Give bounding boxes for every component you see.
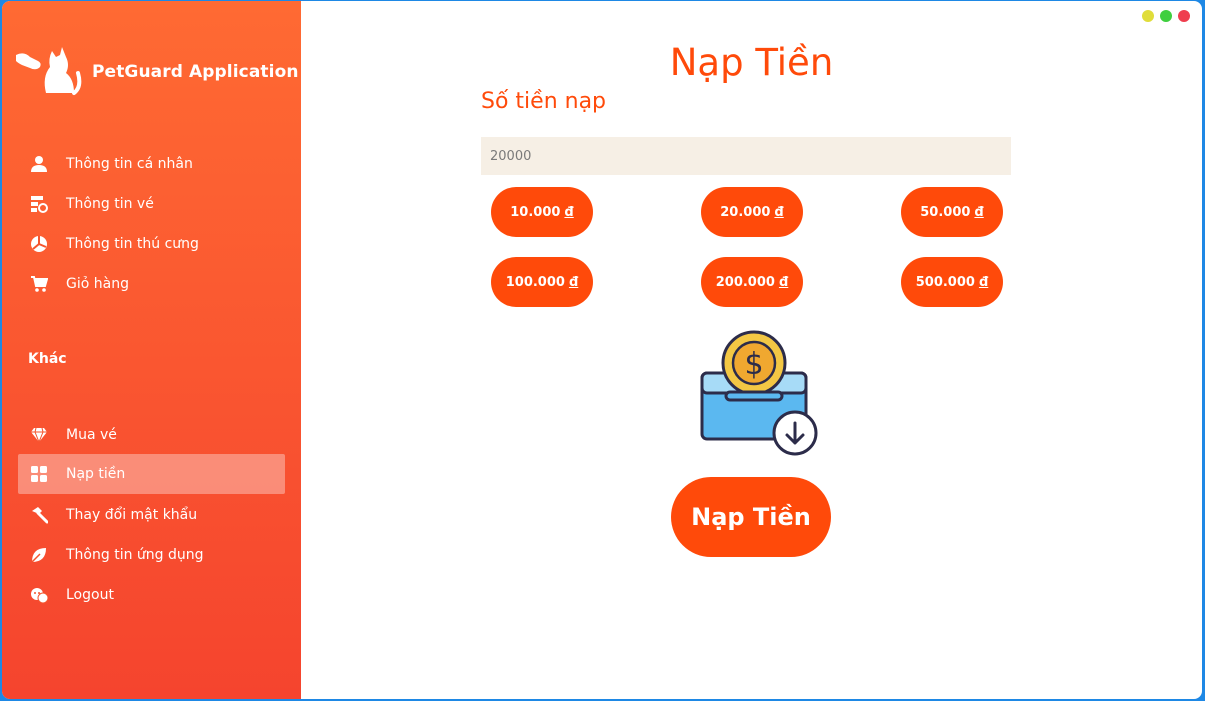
amount-value: 200.000 (715, 274, 775, 290)
currency-symbol: đ (564, 204, 574, 220)
amount-button-200000[interactable]: 200.000 đ (701, 257, 803, 307)
app-window: PetGuard Application Thông tin cá nhân T… (2, 1, 1202, 699)
leaf-icon (30, 546, 48, 564)
svg-text:$: $ (744, 347, 763, 382)
amount-value: 20.000 (720, 204, 771, 220)
sidebar-item-label: Thông tin ứng dụng (66, 547, 204, 563)
sidebar-item-label: Thông tin thú cưng (66, 236, 199, 252)
sidebar-item-label: Mua vé (66, 427, 117, 443)
amount-value: 100.000 (505, 274, 565, 290)
sidebar-item-cart[interactable]: Giỏ hàng (18, 264, 285, 304)
brand: PetGuard Application (16, 41, 299, 102)
sidebar-item-logout[interactable]: Logout (18, 575, 285, 615)
currency-symbol: đ (974, 204, 984, 220)
cat-hand-logo-icon (16, 41, 82, 102)
sidebar-item-label: Logout (66, 587, 114, 603)
minimize-button[interactable] (1142, 10, 1154, 22)
app-name: PetGuard Application (92, 61, 299, 82)
coin-deposit-icon: $ (694, 329, 824, 459)
section-title-other: Khác (28, 351, 67, 367)
sidebar-item-ticket-info[interactable]: Thông tin vé (18, 184, 285, 224)
currency-symbol: đ (778, 274, 789, 290)
cart-icon (30, 275, 48, 293)
logout-icon (30, 586, 48, 604)
amount-value: 500.000 (915, 274, 975, 290)
sidebar-item-app-info[interactable]: Thông tin ứng dụng (18, 535, 285, 575)
diamond-icon (30, 426, 48, 444)
sidebar-item-top-up[interactable]: Nạp tiền (18, 454, 285, 494)
sidebar-item-personal-info[interactable]: Thông tin cá nhân (18, 144, 285, 184)
sidebar: PetGuard Application Thông tin cá nhân T… (2, 1, 301, 699)
currency-symbol: đ (568, 274, 579, 290)
ticket-icon (30, 195, 48, 213)
hammer-icon (30, 506, 48, 524)
sidebar-item-label: Giỏ hàng (66, 276, 129, 292)
currency-symbol: đ (978, 274, 989, 290)
user-icon (30, 155, 48, 173)
sidebar-item-label: Nạp tiền (66, 466, 126, 482)
grid-icon (30, 465, 48, 483)
amount-label: Số tiền nạp (481, 89, 607, 114)
pet-icon (30, 235, 48, 253)
sidebar-item-label: Thông tin cá nhân (66, 156, 193, 172)
currency-symbol: đ (774, 204, 784, 220)
page-title: Nạp Tiền (669, 41, 834, 84)
amount-button-20000[interactable]: 20.000 đ (701, 187, 803, 237)
amount-button-100000[interactable]: 100.000 đ (491, 257, 593, 307)
amount-button-500000[interactable]: 500.000 đ (901, 257, 1003, 307)
sidebar-item-buy-ticket[interactable]: Mua vé (18, 415, 285, 455)
sidebar-item-label: Thay đổi mật khẩu (66, 507, 198, 523)
amount-value: 50.000 (920, 204, 971, 220)
amount-input[interactable] (481, 137, 1011, 175)
amount-button-50000[interactable]: 50.000 đ (901, 187, 1003, 237)
amount-button-10000[interactable]: 10.000 đ (491, 187, 593, 237)
close-button[interactable] (1178, 10, 1190, 22)
submit-top-up-button[interactable]: Nạp Tiền (671, 477, 831, 557)
maximize-button[interactable] (1160, 10, 1172, 22)
sidebar-item-pet-info[interactable]: Thông tin thú cưng (18, 224, 285, 264)
amount-value: 10.000 (510, 204, 561, 220)
sidebar-item-label: Thông tin vé (66, 196, 154, 212)
sidebar-item-change-password[interactable]: Thay đổi mật khẩu (18, 495, 285, 535)
